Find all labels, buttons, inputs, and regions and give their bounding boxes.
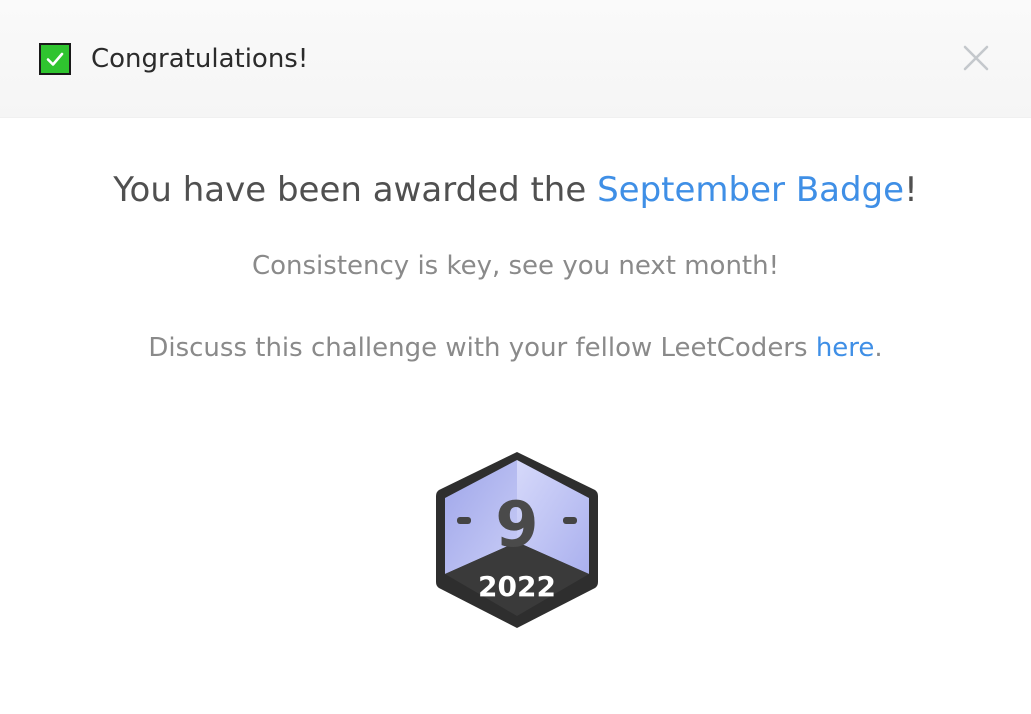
discuss-prefix: Discuss this challenge with your fellow …: [148, 333, 816, 363]
badge-month-number: 9: [495, 488, 538, 561]
september-badge: 9 2022: [435, 450, 599, 630]
discuss-text: Discuss this challenge with your fellow …: [0, 284, 1031, 366]
award-headline: You have been awarded the September Badg…: [0, 118, 1031, 212]
headline-suffix: !: [904, 170, 918, 210]
discuss-here-link[interactable]: here: [816, 333, 875, 363]
badge-year: 2022: [478, 570, 556, 603]
september-badge-link[interactable]: September Badge: [597, 170, 904, 210]
badge-icon: 9 2022: [436, 452, 598, 628]
close-icon[interactable]: [959, 41, 993, 75]
modal-header: Congratulations!: [0, 0, 1031, 118]
consistency-text: Consistency is key, see you next month!: [251, 251, 780, 281]
modal-body: You have been awarded the September Badg…: [0, 118, 1031, 366]
discuss-suffix: .: [874, 333, 883, 363]
award-modal: Congratulations! You have been awarded t…: [0, 0, 1031, 714]
check-icon: [39, 43, 71, 75]
modal-title: Congratulations!: [91, 44, 309, 74]
headline-prefix: You have been awarded the: [113, 170, 598, 210]
